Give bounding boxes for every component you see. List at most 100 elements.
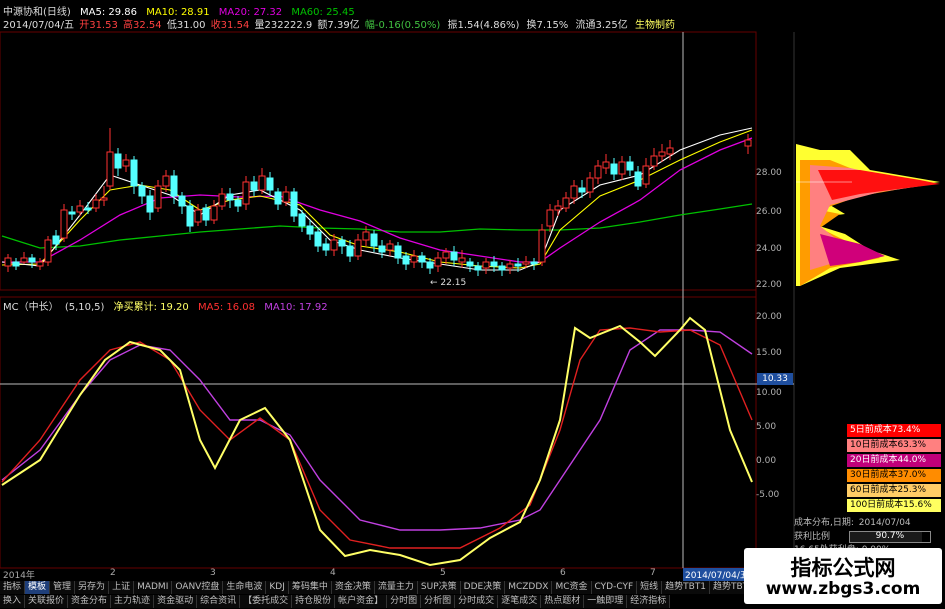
candle-body — [84, 207, 92, 211]
indicator-ma5: MA5: 16.08 — [197, 302, 255, 313]
candle-body — [610, 163, 618, 175]
function-toolbar: 换入 关联报价 资金分布 主力轨迹 资金驱动 综合资讯 【委托成交 持仓股份 帐户资金】 分时图分… — [0, 595, 760, 608]
candle-body — [306, 225, 314, 235]
toolbar-button[interactable]: 综合资讯 — [197, 595, 241, 608]
candle-body — [122, 159, 130, 167]
toolbar-button[interactable]: 逐笔成交 — [498, 595, 542, 608]
toolbar-button[interactable]: MC资金 — [552, 581, 592, 594]
toolbar-button[interactable]: 资金决策 — [331, 581, 375, 594]
cost-distribution-chart — [796, 144, 940, 286]
toolbar-button[interactable]: 生命电波 — [223, 581, 267, 594]
timeline-month: 6 — [560, 568, 566, 578]
candle-body — [202, 207, 210, 221]
indicator-toolbar: 指标 模板 管理 另存为 上证 MADMI OANV控盘 生命电波 KDJ 筹码集中 资金决策 流量主… — [0, 581, 838, 594]
watermark-url: www.zbgs3.com — [765, 579, 921, 599]
toolbar-button[interactable]: 分时图 — [387, 595, 422, 608]
candle-body — [554, 205, 562, 211]
toolbar-button[interactable]: KDJ — [266, 581, 289, 594]
toolbar-button[interactable]: DDE决策 — [460, 581, 506, 594]
indicator-axis-tick: 0.00 — [756, 456, 777, 466]
toolbar-button[interactable]: OANV控盘 — [172, 581, 224, 594]
watermark-title: 指标公式网 — [790, 556, 896, 580]
toolbar-button[interactable]: 【委托成交 — [240, 595, 293, 608]
price-axis-tick: 26.00 — [756, 207, 782, 217]
toolbar-button[interactable]: 模板 — [25, 581, 51, 594]
indicator-axis-tick: 20.00 — [756, 312, 782, 322]
candle-body — [250, 181, 258, 191]
candle-body — [530, 261, 538, 265]
candle-body — [450, 251, 458, 261]
quote-low: 低31.00 — [166, 20, 206, 31]
candle-body — [170, 175, 178, 197]
candle-body — [146, 195, 154, 213]
indicator-axis-tick: 15.00 — [756, 348, 782, 358]
toolbar-button[interactable]: 资金分布 — [68, 595, 112, 608]
toolbar-button[interactable]: 指标 — [0, 581, 26, 594]
candle-body — [338, 239, 346, 247]
toolbar-button[interactable]: 上证 — [109, 581, 135, 594]
candle-body — [186, 205, 194, 227]
candle-body — [578, 187, 586, 193]
toolbar-button[interactable]: 管理 — [50, 581, 76, 594]
candle-body — [354, 239, 362, 257]
toolbar-button[interactable]: CYD-CYF — [591, 581, 638, 594]
indicator-value: 净买累计: 19.20 — [113, 302, 189, 313]
mc-ma5-line — [1, 327, 753, 549]
toolbar-button[interactable]: 分时成交 — [455, 595, 499, 608]
quote-volume: 量232222.9 — [254, 20, 313, 31]
toolbar-button[interactable]: 帐户资金】 — [335, 595, 388, 608]
candle-body — [258, 175, 266, 191]
candle-body — [402, 255, 410, 265]
mc-net-buy-line — [1, 316, 753, 567]
price-axis-tick: 22.00 — [756, 280, 782, 290]
candle-body — [546, 209, 554, 227]
candle-body — [482, 261, 490, 269]
candle-body — [36, 261, 44, 267]
toolbar-button[interactable]: 另存为 — [75, 581, 110, 594]
toolbar-button[interactable]: 短线 — [637, 581, 663, 594]
toolbar-button[interactable]: 一触即理 — [584, 595, 628, 608]
toolbar-button[interactable]: 热点题材 — [541, 595, 585, 608]
candle-body — [314, 231, 322, 247]
toolbar-button[interactable]: 换入 — [0, 595, 26, 608]
quote-open: 开31.53 — [79, 20, 118, 31]
indicator-axis-tick: 5.00 — [756, 422, 777, 432]
toolbar-button[interactable]: 经济指标 — [627, 595, 671, 608]
candle-body — [100, 197, 108, 201]
toolbar-button[interactable]: 分析图 — [421, 595, 456, 608]
candle-body — [242, 181, 250, 205]
candle-body — [282, 191, 290, 203]
quote-high: 高32.54 — [123, 20, 162, 31]
toolbar-button[interactable]: 趋势TBT1 — [662, 581, 711, 594]
toolbar-button[interactable]: MADMI — [134, 581, 173, 594]
candle-body — [322, 243, 330, 251]
indicator-axis-tick: -5.00 — [756, 490, 780, 500]
indicator-params: (5,10,5) — [64, 302, 105, 313]
toolbar-button[interactable]: 持仓股份 — [292, 595, 336, 608]
candle-body — [92, 199, 100, 209]
toolbar-button[interactable]: 关联报价 — [25, 595, 69, 608]
candle-body — [466, 261, 474, 267]
toolbar-button[interactable]: 流量主力 — [374, 581, 418, 594]
candle-body — [28, 257, 36, 263]
candle-body — [178, 195, 186, 207]
candle-body — [570, 185, 578, 199]
candle-body — [330, 239, 338, 251]
cost-row-10d: 10日前成本63.3% — [847, 439, 941, 452]
candle-body — [76, 205, 84, 213]
toolbar-button[interactable]: 主力轨迹 — [111, 595, 155, 608]
candle-body — [378, 245, 386, 253]
toolbar-button[interactable]: 筹码集中 — [288, 581, 332, 594]
candle-body — [234, 199, 242, 207]
candle-body — [138, 185, 146, 197]
toolbar-button[interactable]: 资金驱动 — [154, 595, 198, 608]
candle-body — [666, 147, 674, 155]
candle-body — [4, 257, 12, 267]
toolbar-button[interactable]: SUP决策 — [417, 581, 461, 594]
timeline-month: 2 — [110, 568, 116, 578]
indicator-header: MC（中长） (5,10,5) 净买累计: 19.20 MA5: 16.08 M… — [3, 298, 334, 313]
toolbar-button[interactable]: MCZDDX — [505, 581, 553, 594]
candle-body — [386, 243, 394, 251]
profit-ratio-bar: 90.7% — [848, 530, 931, 543]
candle-body — [114, 153, 122, 169]
